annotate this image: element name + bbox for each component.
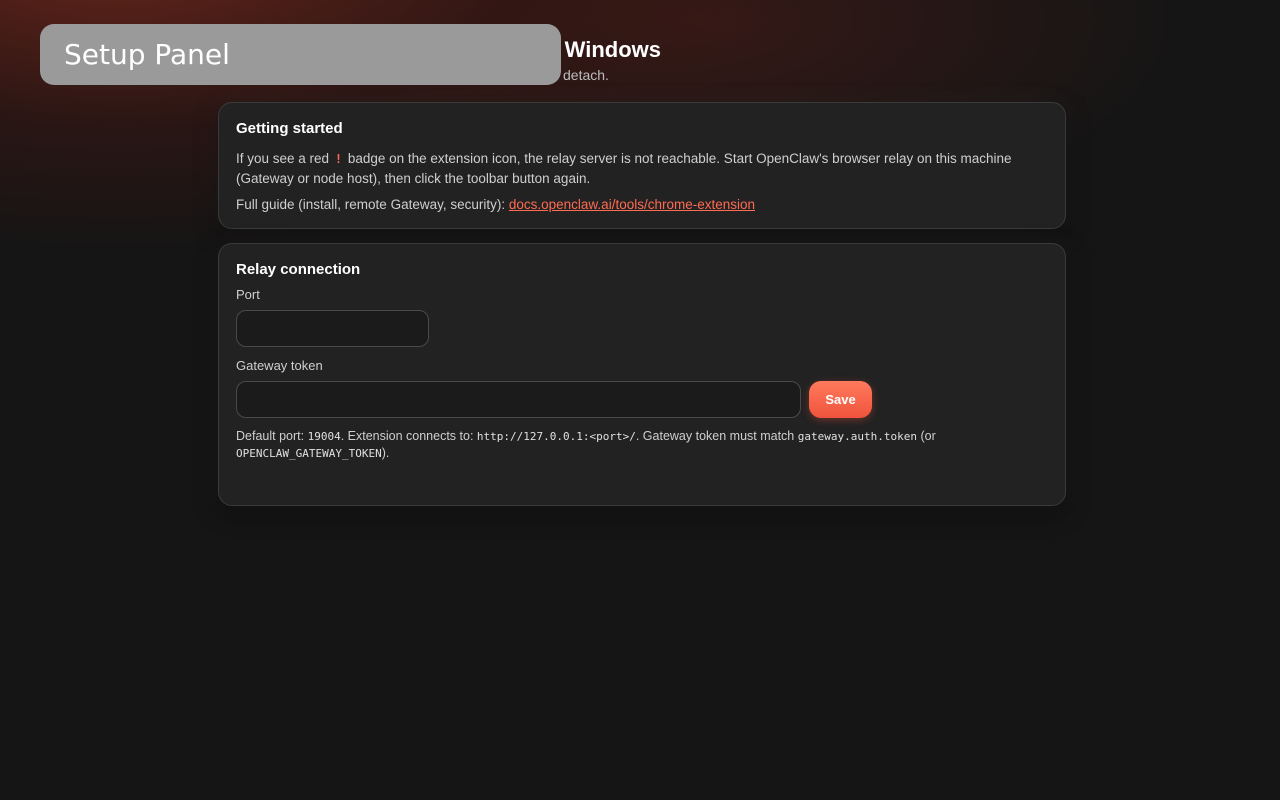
port-label: Port — [236, 287, 260, 302]
setup-panel-label: Setup Panel — [64, 38, 230, 71]
warning-text-after: badge on the extension icon, the relay s… — [236, 151, 1012, 186]
relay-warning-text: If you see a red ! badge on the extensio… — [236, 149, 1048, 188]
getting-started-title: Getting started — [236, 120, 343, 137]
docs-link[interactable]: docs.openclaw.ai/tools/chrome-extension — [509, 197, 755, 212]
help-text-5: ). — [381, 446, 390, 460]
getting-started-card: Getting started If you see a red ! badge… — [218, 102, 1066, 229]
relay-help-text: Default port: 19004. Extension connects … — [236, 428, 1048, 462]
warning-badge-icon: ! — [334, 152, 343, 166]
gateway-token-input[interactable] — [236, 381, 801, 418]
gateway-token-label: Gateway token — [236, 358, 323, 373]
port-input[interactable] — [236, 310, 429, 347]
help-text-2: . Extension connects to: — [340, 429, 474, 443]
relay-connection-title: Relay connection — [236, 261, 361, 278]
setup-panel-tab[interactable]: Setup Panel — [40, 24, 561, 85]
help-text-4: (or — [920, 429, 936, 443]
token-config-key: gateway.auth.token — [797, 430, 917, 443]
page-subtitle-text: detach. — [563, 67, 609, 83]
default-port-value: 19004 — [307, 430, 341, 443]
token-env-var: OPENCLAW_GATEWAY_TOKEN — [236, 447, 382, 460]
help-text-1: Default port: — [236, 429, 305, 443]
token-row: Save — [236, 381, 1048, 418]
save-button[interactable]: Save — [809, 381, 872, 418]
page-title-text: r Windows — [550, 37, 662, 62]
guide-prefix: Full guide (install, remote Gateway, sec… — [236, 197, 506, 212]
relay-url: http://127.0.0.1:<port>/ — [476, 430, 636, 443]
help-text-3: . Gateway token must match — [635, 429, 795, 443]
relay-connection-card: Relay connection Port Gateway token Save… — [218, 243, 1066, 506]
guide-line: Full guide (install, remote Gateway, sec… — [236, 195, 1048, 214]
warning-text-before: If you see a red — [236, 151, 330, 166]
